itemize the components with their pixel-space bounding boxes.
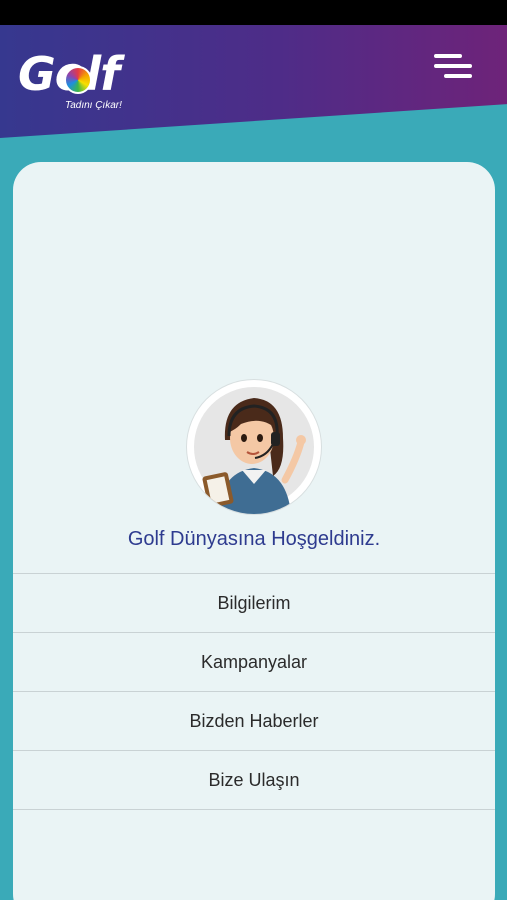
menu-item-kampanyalar[interactable]: Kampanyalar	[13, 633, 495, 692]
hamburger-menu-button[interactable]	[430, 52, 476, 82]
menu-item-bizden-haberler[interactable]: Bizden Haberler	[13, 692, 495, 751]
menu-item-bize-ulasin[interactable]: Bize Ulaşın	[13, 751, 495, 810]
status-bar	[0, 0, 507, 25]
support-agent-icon	[194, 387, 314, 514]
logo-tagline: Tadını Çıkar!	[65, 100, 122, 111]
menu-line-bottom	[444, 74, 472, 78]
main-menu-list: Bilgilerim Kampanyalar Bizden Haberler B…	[13, 573, 495, 810]
menu-line-middle	[434, 64, 472, 68]
support-agent-avatar	[187, 380, 321, 514]
menu-line-top	[434, 54, 462, 58]
main-card: Golf Dünyasına Hoşgeldiniz. Bilgilerim K…	[13, 162, 495, 900]
logo-ball-icon	[64, 66, 92, 94]
golf-logo[interactable]: Golf Tadını Çıkar!	[18, 48, 143, 118]
menu-item-bilgilerim[interactable]: Bilgilerim	[13, 574, 495, 633]
welcome-message: Golf Dünyasına Hoşgeldiniz.	[127, 528, 381, 550]
